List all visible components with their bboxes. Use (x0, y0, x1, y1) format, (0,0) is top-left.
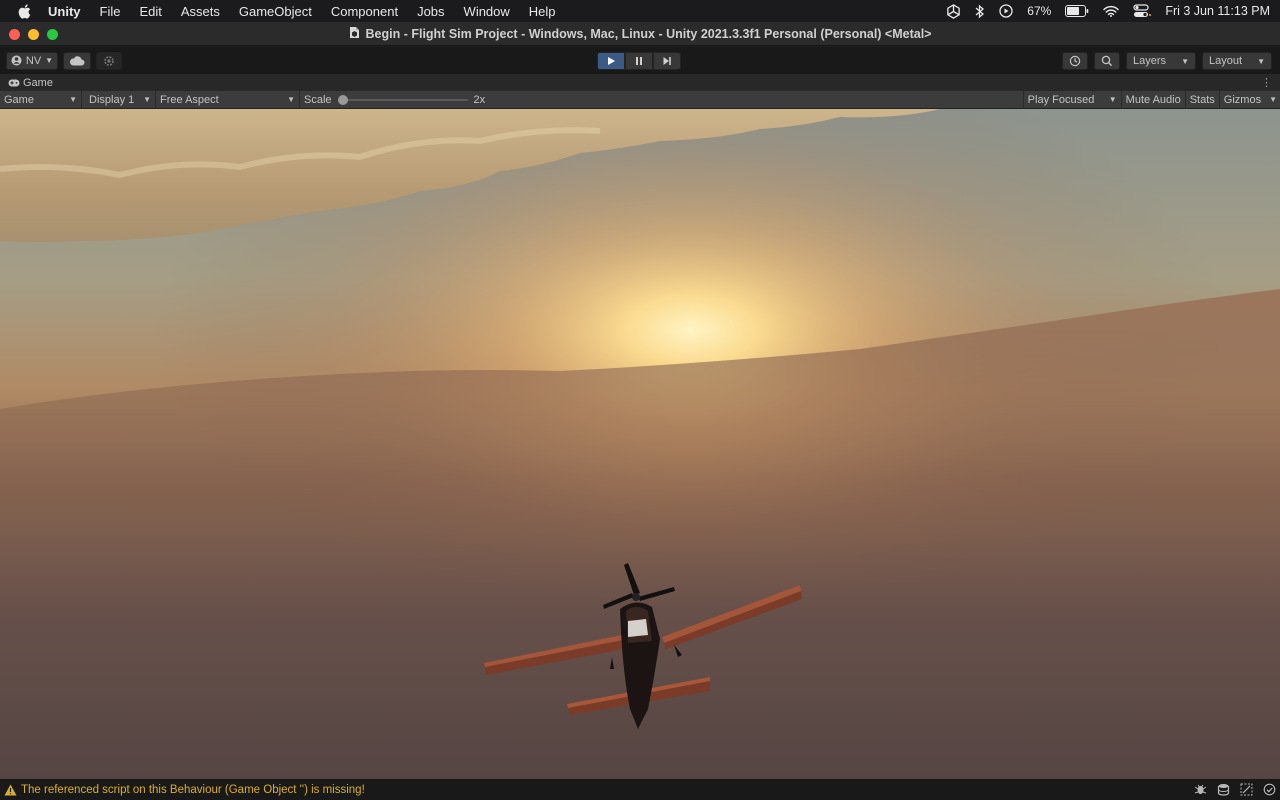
console-status-bar[interactable]: The referenced script on this Behaviour … (0, 779, 1280, 800)
gear-icon (104, 55, 114, 66)
status-message[interactable]: The referenced script on this Behaviour … (21, 784, 365, 796)
menu-window[interactable]: Window (464, 4, 510, 19)
menu-component[interactable]: Component (331, 4, 398, 19)
pause-button[interactable] (625, 52, 653, 70)
menu-gameobject[interactable]: GameObject (239, 4, 312, 19)
wifi-icon[interactable] (1103, 5, 1120, 17)
game-view-render[interactable] (0, 109, 1280, 779)
play-button[interactable] (597, 52, 625, 70)
chevron-down-icon: ▼ (1108, 95, 1117, 104)
game-view-controls: Game ▼ Display 1 ▼ Free Aspect ▼ Scale 2… (0, 90, 1280, 109)
search-button[interactable] (1094, 52, 1120, 70)
view-mode-label: Game (4, 93, 34, 106)
menu-jobs[interactable]: Jobs (417, 4, 444, 19)
window-controls (9, 29, 58, 40)
display-dropdown[interactable]: Display 1 ▼ (82, 90, 156, 109)
aspect-label: Free Aspect (160, 93, 219, 106)
display-label: Display 1 (89, 93, 135, 106)
account-label: NV (25, 54, 42, 67)
auto-generate-lighting-icon[interactable] (1240, 783, 1253, 796)
bluetooth-icon[interactable] (975, 4, 985, 19)
battery-icon[interactable] (1065, 5, 1089, 17)
scale-control: Scale 2x (300, 94, 493, 106)
chevron-down-icon: ▼ (69, 95, 77, 104)
layers-dropdown[interactable]: Layers ▼ (1126, 52, 1196, 70)
status-icons (1194, 783, 1276, 796)
scale-label: Scale (304, 93, 332, 106)
tab-game-label: Game (23, 76, 53, 89)
warning-icon (4, 784, 17, 795)
step-icon (663, 57, 671, 65)
chevron-down-icon: ▼ (287, 95, 295, 104)
document-icon (349, 26, 360, 42)
screen-record-icon[interactable] (999, 4, 1013, 18)
game-tab-bar: Game ⋮ (0, 74, 1280, 91)
close-window-button[interactable] (9, 29, 20, 40)
chevron-down-icon[interactable]: ▼ (1269, 95, 1277, 104)
menu-file[interactable]: File (100, 4, 121, 19)
window-title: Begin - Flight Sim Project - Windows, Ma… (365, 26, 932, 41)
menu-help[interactable]: Help (529, 4, 556, 19)
maximize-window-button[interactable] (47, 29, 58, 40)
play-controls (597, 52, 681, 70)
battery-percent: 67% (1027, 4, 1052, 18)
play-icon (608, 57, 615, 65)
history-icon (1069, 55, 1081, 67)
gizmos-toggle[interactable]: Gizmos ▼ (1218, 90, 1280, 109)
progress-check-icon[interactable] (1263, 783, 1276, 796)
undo-history-button[interactable] (1062, 52, 1088, 70)
layout-dropdown[interactable]: Layout ▼ (1202, 52, 1272, 70)
collab-button[interactable] (96, 51, 122, 70)
game-scene (0, 109, 1280, 779)
menu-edit[interactable]: Edit (139, 4, 161, 19)
chevron-down-icon: ▼ (1257, 56, 1265, 66)
mute-audio-label: Mute Audio (1125, 93, 1181, 106)
play-mode-dropdown[interactable]: Play Focused ▼ (1022, 90, 1121, 109)
play-mode-label: Play Focused (1027, 93, 1095, 106)
chevron-down-icon: ▼ (45, 56, 53, 65)
menu-assets[interactable]: Assets (181, 4, 220, 19)
more-options-icon[interactable]: ⋮ (1261, 76, 1272, 89)
pause-icon (636, 57, 642, 65)
apple-icon[interactable] (14, 0, 34, 22)
view-mode-dropdown[interactable]: Game ▼ (0, 90, 82, 109)
layout-label: Layout (1209, 55, 1243, 67)
stats-toggle[interactable]: Stats (1184, 90, 1219, 109)
search-icon (1101, 55, 1113, 67)
chevron-down-icon: ▼ (143, 95, 151, 104)
scale-slider-knob[interactable] (337, 94, 348, 105)
account-icon (11, 55, 22, 66)
aspect-dropdown[interactable]: Free Aspect ▼ (156, 90, 300, 109)
gizmos-label: Gizmos (1223, 93, 1262, 106)
tab-game[interactable]: Game (8, 77, 53, 89)
scale-value: 2x (473, 93, 486, 106)
chevron-down-icon: ▼ (1181, 56, 1189, 66)
clock[interactable]: Fri 3 Jun 11:13 PM (1165, 4, 1270, 18)
account-dropdown[interactable]: NV ▼ (6, 51, 58, 70)
minimize-window-button[interactable] (28, 29, 39, 40)
stats-label: Stats (1189, 93, 1215, 106)
unity-icon[interactable] (946, 3, 961, 19)
mute-audio-toggle[interactable]: Mute Audio (1120, 90, 1185, 109)
control-center-icon[interactable] (1133, 4, 1152, 18)
gamepad-icon (8, 79, 20, 86)
scale-slider[interactable] (337, 94, 468, 105)
bug-icon[interactable] (1194, 783, 1207, 796)
menu-app-unity[interactable]: Unity (48, 4, 81, 19)
macos-menu-bar: Unity File Edit Assets GameObject Compon… (0, 0, 1280, 22)
unity-main-toolbar: NV ▼ Layers ▼ Layout ▼ (0, 47, 1280, 74)
step-button[interactable] (653, 52, 681, 70)
window-title-bar: Begin - Flight Sim Project - Windows, Ma… (0, 22, 1280, 46)
cloud-button[interactable] (63, 51, 91, 70)
cache-icon[interactable] (1217, 783, 1230, 796)
cloud-icon (69, 55, 85, 65)
layers-label: Layers (1133, 55, 1167, 67)
